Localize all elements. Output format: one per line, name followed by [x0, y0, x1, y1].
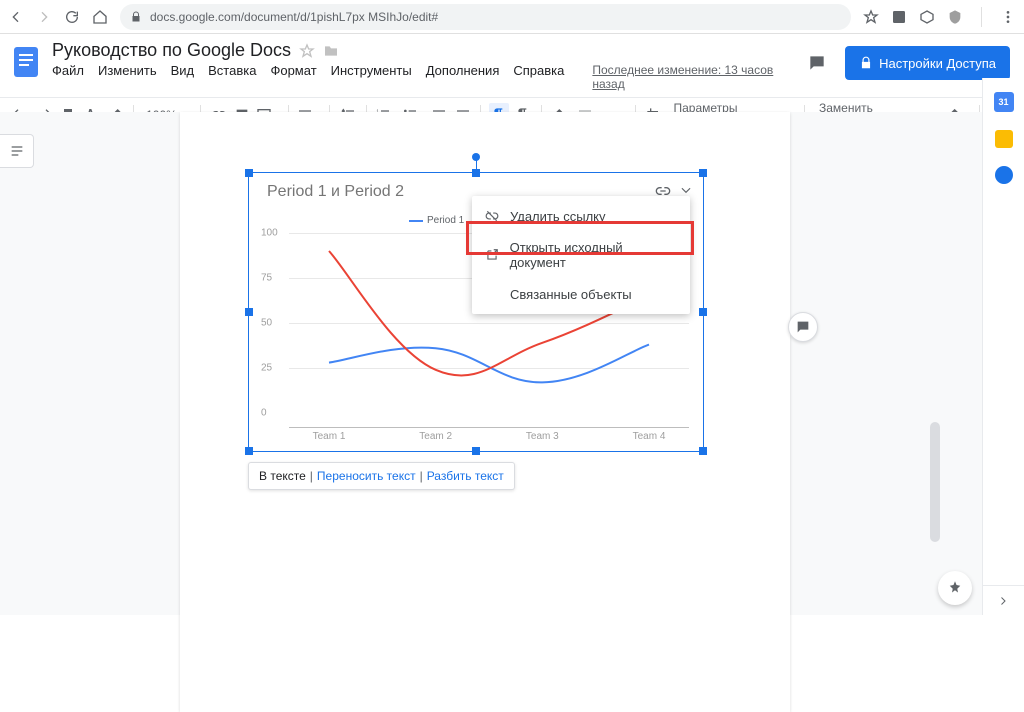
resize-handle[interactable] — [245, 447, 253, 455]
reload-icon[interactable] — [64, 9, 80, 25]
menu-edit[interactable]: Изменить — [98, 63, 157, 91]
workspace: Period 1 и Period 2 Period 1 Team 1Team … — [0, 112, 982, 615]
ext3-icon[interactable] — [947, 9, 963, 25]
rotate-handle[interactable] — [472, 153, 480, 161]
resize-handle[interactable] — [699, 308, 707, 316]
menu-format[interactable]: Формат — [270, 63, 316, 91]
resize-handle[interactable] — [699, 447, 707, 455]
opt-inline[interactable]: В тексте — [259, 469, 306, 483]
keep-icon[interactable] — [995, 130, 1013, 148]
chart-legend: Period 1 — [409, 215, 464, 226]
home-icon[interactable] — [92, 9, 108, 25]
doc-page: Period 1 и Period 2 Period 1 Team 1Team … — [180, 112, 790, 712]
doc-title[interactable]: Руководство по Google Docs — [52, 40, 291, 61]
cm-open-source[interactable]: Открыть исходный документ — [472, 232, 690, 278]
menu-addons[interactable]: Дополнения — [426, 63, 500, 91]
ext1-icon[interactable] — [891, 9, 907, 25]
share-label: Настройки Доступа — [879, 56, 996, 71]
scrollbar[interactable] — [930, 422, 940, 542]
image-wrap-options: В тексте | Переносить текст | Разбить те… — [248, 462, 515, 490]
tasks-icon[interactable] — [995, 166, 1013, 184]
menu-insert[interactable]: Вставка — [208, 63, 256, 91]
explore-button[interactable] — [938, 571, 972, 605]
browser-bar: docs.google.com/document/d/1pishL7px MSI… — [0, 0, 1024, 34]
calendar-icon[interactable]: 31 — [994, 92, 1014, 112]
menu-file[interactable]: Файл — [52, 63, 84, 91]
cm-linked-objects[interactable]: Связанные объекты — [472, 278, 690, 310]
open-external-icon — [484, 247, 500, 263]
chart-title: Period 1 и Period 2 — [267, 183, 404, 201]
cm-unlink[interactable]: Удалить ссылку — [472, 200, 690, 232]
outline-toggle[interactable] — [0, 134, 34, 168]
lock-icon — [130, 11, 142, 23]
menu-help[interactable]: Справка — [513, 63, 564, 91]
resize-handle[interactable] — [245, 169, 253, 177]
back-icon[interactable] — [8, 9, 24, 25]
comments-button[interactable] — [803, 49, 831, 77]
share-button[interactable]: Настройки Доступа — [845, 46, 1010, 80]
star-outline-icon[interactable] — [299, 43, 315, 59]
menu-bar: Файл Изменить Вид Вставка Формат Инструм… — [52, 63, 795, 91]
folder-icon[interactable] — [323, 43, 339, 59]
resize-handle[interactable] — [245, 308, 253, 316]
opt-break[interactable]: Разбить текст — [427, 469, 504, 483]
resize-handle[interactable] — [699, 169, 707, 177]
last-edit[interactable]: Последнее изменение: 13 часов назад — [592, 63, 795, 91]
docs-logo-icon[interactable] — [8, 44, 44, 80]
menu-view[interactable]: Вид — [171, 63, 195, 91]
menu-tools[interactable]: Инструменты — [331, 63, 412, 91]
add-comment-bubble[interactable] — [788, 312, 818, 342]
forward-icon[interactable] — [36, 9, 52, 25]
chart-context-menu: Удалить ссылку Открыть исходный документ… — [472, 196, 690, 314]
url-bar[interactable]: docs.google.com/document/d/1pishL7px MSI… — [120, 4, 851, 30]
url-text: docs.google.com/document/d/1pishL7px MSI… — [150, 10, 438, 24]
menu-dots-icon[interactable] — [1000, 9, 1016, 25]
side-panel: 31 — [982, 78, 1024, 615]
opt-wrap[interactable]: Переносить текст — [317, 469, 416, 483]
unlink-icon — [484, 208, 500, 224]
side-panel-arrow[interactable] — [982, 585, 1024, 615]
resize-handle[interactable] — [472, 169, 480, 177]
star-icon[interactable] — [863, 9, 879, 25]
resize-handle[interactable] — [472, 447, 480, 455]
ext2-icon[interactable] — [919, 9, 935, 25]
doc-header: Руководство по Google Docs Файл Изменить… — [0, 34, 1024, 91]
